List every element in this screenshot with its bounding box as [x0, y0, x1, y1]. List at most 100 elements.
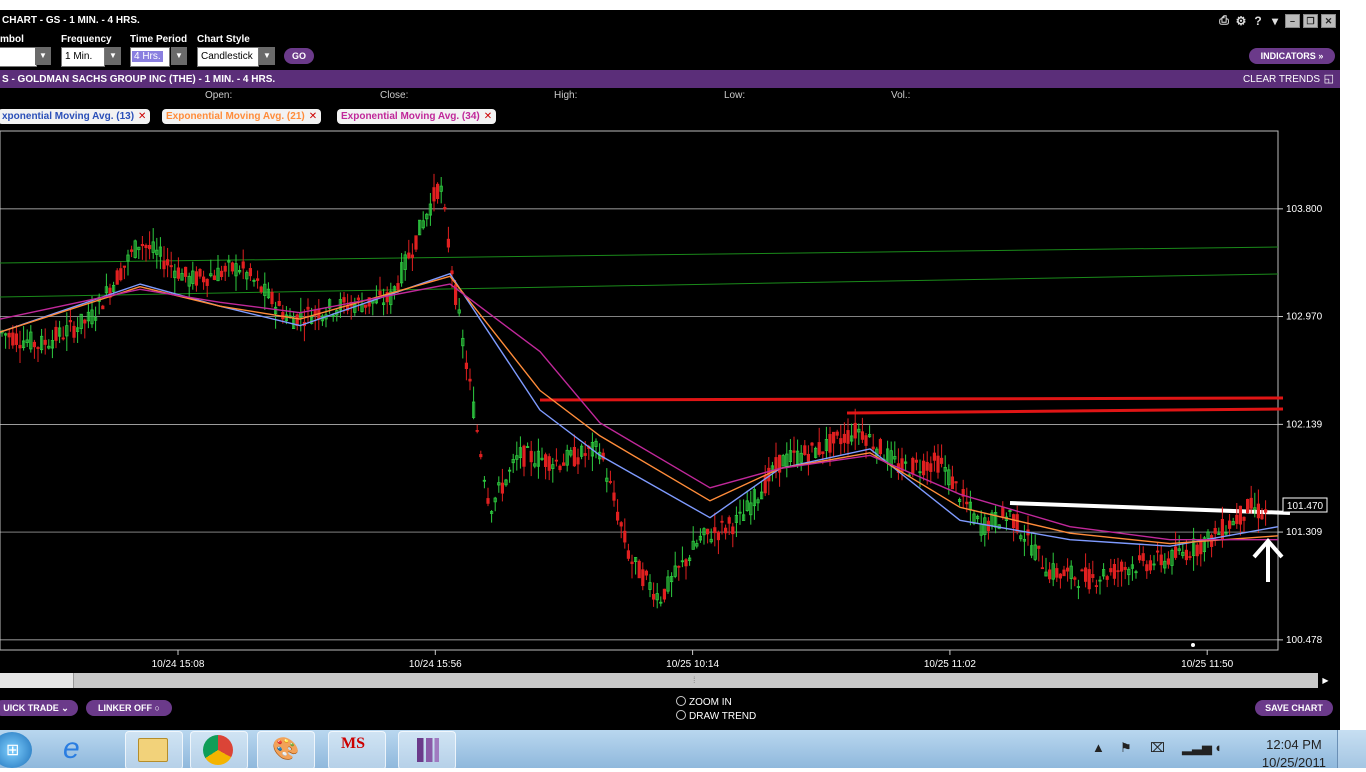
- candle-down: [839, 438, 843, 445]
- price-chart[interactable]: 103.800 102.970 102.139 101.309 100.478 10/2…: [0, 10, 1340, 673]
- candle-down: [1062, 569, 1066, 577]
- candle-down: [183, 266, 188, 277]
- candle-down: [450, 270, 454, 275]
- zoom-in-option[interactable]: ZOOM IN: [676, 696, 732, 708]
- candle-down: [914, 459, 919, 463]
- candle-down: [1048, 569, 1052, 580]
- candle-down: [832, 431, 836, 444]
- candle-down: [936, 455, 940, 473]
- candle-down: [43, 339, 47, 345]
- candle-down: [1213, 528, 1217, 534]
- show-desktop-button[interactable]: [1337, 730, 1366, 768]
- y-tick-label: 102.970: [1286, 312, 1323, 323]
- candle-down: [619, 522, 623, 527]
- candle-down: [205, 278, 209, 286]
- dot-marker: [1191, 643, 1195, 647]
- candle-down: [677, 565, 681, 568]
- draw-trend-option[interactable]: DRAW TREND: [676, 710, 756, 722]
- folder-icon: [138, 738, 168, 762]
- paint-palette-icon: 🎨: [272, 736, 300, 761]
- candle-down: [1091, 574, 1095, 578]
- candle-down: [443, 207, 447, 210]
- green-trend-line: [0, 246, 1279, 264]
- taskbar-ms-app[interactable]: MS: [328, 731, 386, 770]
- device-icon[interactable]: ⌧: [1150, 740, 1165, 756]
- volume-icon[interactable]: ◖: [1214, 740, 1222, 755]
- candle-down: [1037, 545, 1041, 549]
- candle-down: [1184, 549, 1188, 561]
- candle-down: [835, 431, 839, 436]
- candle-down: [720, 520, 724, 523]
- candle-down: [306, 306, 310, 310]
- candle-down: [623, 530, 627, 543]
- candle-down: [11, 332, 15, 346]
- candle-down: [230, 262, 234, 272]
- candle-down: [259, 286, 263, 293]
- radio-icon[interactable]: [676, 710, 686, 720]
- candle-down: [410, 254, 415, 258]
- system-clock[interactable]: 12:04 PM 10/25/2011: [1262, 736, 1326, 772]
- taskbar-chrome[interactable]: [190, 731, 248, 770]
- candle-down: [169, 265, 173, 268]
- candle-down: [165, 259, 170, 266]
- candle-down: [1087, 569, 1091, 590]
- candle-down: [270, 291, 274, 305]
- radio-icon[interactable]: [676, 696, 686, 706]
- start-button[interactable]: ⊞: [0, 732, 32, 768]
- scroll-right-arrow-icon[interactable]: ▶: [1318, 673, 1333, 688]
- candle-down: [871, 446, 875, 450]
- action-center-flag-icon[interactable]: ⚑: [1120, 740, 1132, 756]
- chart-scrollbar[interactable]: ⁞ ▶: [0, 673, 1333, 688]
- linker-status-icon: ○: [154, 703, 160, 713]
- scrollbar-thumb[interactable]: [0, 673, 74, 688]
- y-tick-label: 101.309: [1286, 527, 1323, 538]
- x-tick-label: 10/24 15:08: [152, 659, 205, 670]
- candle-down: [295, 314, 299, 326]
- candle-down: [219, 270, 224, 277]
- windows-logo-icon: ⊞: [6, 742, 20, 759]
- quick-trade-button[interactable]: UICK TRADE ⌄: [0, 700, 78, 716]
- candle-down: [1066, 567, 1070, 572]
- show-hidden-icons-icon[interactable]: ▲: [1092, 740, 1105, 755]
- candle-down: [922, 460, 926, 476]
- candle-down: [644, 570, 649, 576]
- candle-down: [853, 422, 857, 439]
- candle-down: [731, 526, 735, 535]
- candle-down: [522, 445, 526, 467]
- candle-down: [1228, 520, 1232, 529]
- taskbar-explorer[interactable]: [125, 731, 183, 770]
- candle-down: [576, 457, 580, 465]
- taskbar-internet-explorer[interactable]: e: [54, 731, 112, 770]
- candle-down: [61, 337, 65, 340]
- red-resistance-line: [846, 407, 1284, 415]
- candle-down: [1073, 577, 1077, 580]
- candle-down: [356, 297, 361, 301]
- bottom-bar: UICK TRADE ⌄ LINKER OFF ○ ZOOM IN DRAW T…: [0, 692, 1340, 730]
- candle-down: [878, 439, 883, 455]
- save-chart-button[interactable]: SAVE CHART: [1255, 700, 1333, 716]
- taskbar-paint[interactable]: 🎨: [257, 731, 315, 770]
- candle-down: [255, 278, 260, 281]
- y-tick-label: 102.139: [1286, 419, 1323, 430]
- trend-lines: [0, 246, 1291, 515]
- candle-down: [32, 341, 37, 348]
- candle-down: [1094, 585, 1098, 587]
- network-signal-icon[interactable]: ▂▃▅: [1182, 740, 1212, 756]
- x-tick-label: 10/25 11:50: [1181, 659, 1234, 670]
- candle-down: [1242, 516, 1246, 521]
- candles: [0, 173, 1268, 609]
- linker-button[interactable]: LINKER OFF ○: [86, 700, 172, 716]
- candle-down: [1256, 503, 1260, 519]
- candle-down: [1138, 555, 1142, 561]
- candle-down: [378, 290, 382, 296]
- candle-down: [1058, 573, 1062, 579]
- y-axis: 103.800 102.970 102.139 101.309 100.478: [1278, 204, 1323, 646]
- candle-down: [464, 362, 469, 370]
- candle-down: [1120, 561, 1124, 572]
- candle-down: [1145, 564, 1149, 572]
- candle-down: [435, 183, 440, 199]
- x-tick-label: 10/24 15:56: [409, 659, 462, 670]
- candle-down: [1055, 568, 1059, 578]
- taskbar-trading-app[interactable]: [398, 731, 456, 770]
- candle-down: [18, 344, 22, 349]
